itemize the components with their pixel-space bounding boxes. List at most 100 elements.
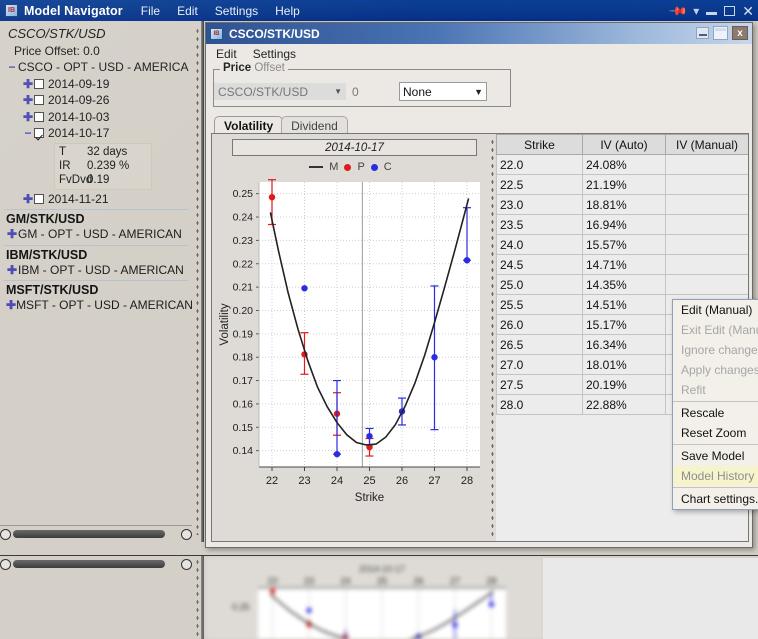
- expand-icon[interactable]: ✚: [6, 299, 16, 311]
- cell-iv-auto[interactable]: 16.34%: [583, 335, 666, 355]
- column-header-strike[interactable]: Strike: [497, 135, 583, 155]
- chart-window-menubar[interactable]: Edit Settings: [206, 44, 752, 64]
- expand-icon[interactable]: ✚: [6, 264, 18, 276]
- cell-strike[interactable]: 22.0: [497, 155, 583, 175]
- close-icon[interactable]: x: [732, 26, 748, 40]
- cell-strike[interactable]: 27.5: [497, 375, 583, 395]
- cell-iv-auto[interactable]: 24.08%: [583, 155, 666, 175]
- cell-strike[interactable]: 24.5: [497, 255, 583, 275]
- tree-node-contract[interactable]: − CSCO - OPT - USD - AMERICA: [0, 59, 192, 76]
- collapse-icon[interactable]: −: [6, 61, 18, 73]
- app-window-controls[interactable]: 📌 ▾ ✕: [671, 0, 754, 21]
- cell-iv-manual[interactable]: [666, 215, 749, 235]
- table-row[interactable]: 24.015.57%: [497, 235, 749, 255]
- collapse-icon[interactable]: −: [22, 127, 34, 139]
- cell-iv-auto[interactable]: 14.51%: [583, 295, 666, 315]
- scroll-track[interactable]: [13, 527, 179, 541]
- chevron-down-icon[interactable]: ▾: [693, 5, 699, 17]
- second-window-table[interactable]: [543, 558, 758, 639]
- menu-item-chart-settings[interactable]: Chart settings...: [673, 489, 758, 509]
- cell-strike[interactable]: 27.0: [497, 355, 583, 375]
- tree-node-msft[interactable]: ✚ MSFT - OPT - USD - AMERICAN: [0, 297, 192, 314]
- chart-menu-edit[interactable]: Edit: [216, 47, 237, 61]
- symbol-combo[interactable]: CSCO/STK/USD ▼: [214, 83, 346, 100]
- table-row[interactable]: 23.018.81%: [497, 195, 749, 215]
- tree-node-expiry[interactable]: ✚ 2014-11-21: [0, 191, 192, 208]
- tree-node-expiry[interactable]: ✚ 2014-09-26: [0, 92, 192, 109]
- menu-item-help[interactable]: Help: [275, 4, 300, 18]
- maximize-icon[interactable]: [724, 6, 735, 16]
- minimize-icon[interactable]: [706, 12, 717, 15]
- scroll-thumb[interactable]: [13, 560, 165, 568]
- cell-iv-auto[interactable]: 18.01%: [583, 355, 666, 375]
- cell-iv-auto[interactable]: 15.57%: [583, 235, 666, 255]
- tree-node-ibm[interactable]: ✚ IBM - OPT - USD - AMERICAN: [0, 262, 192, 279]
- tree-node-expiry[interactable]: ✚ 2014-10-03: [0, 109, 192, 126]
- scroll-track[interactable]: [13, 557, 179, 571]
- cell-iv-manual[interactable]: [666, 275, 749, 295]
- offset-mode-combo[interactable]: None ▼: [399, 82, 487, 101]
- second-window-strip[interactable]: 2014-10-17222324252627280.25: [0, 555, 758, 639]
- second-window-chart[interactable]: 2014-10-17222324252627280.25: [206, 558, 543, 639]
- navigator-hscrollbar[interactable]: [0, 525, 192, 542]
- cell-iv-auto[interactable]: 20.19%: [583, 375, 666, 395]
- group-header-msft[interactable]: MSFT/STK/USD: [0, 283, 192, 297]
- menu-item-save-model[interactable]: Save Model: [673, 446, 758, 466]
- column-header-iv-manual[interactable]: IV (Manual): [666, 135, 749, 155]
- table-row[interactable]: 22.024.08%: [497, 155, 749, 175]
- cell-iv-manual[interactable]: [666, 155, 749, 175]
- cell-iv-auto[interactable]: 22.88%: [583, 395, 666, 415]
- maximize-icon[interactable]: [713, 26, 728, 40]
- menu-item-file[interactable]: File: [141, 4, 160, 18]
- tree-node-expiry[interactable]: ✚ 2014-09-19: [0, 76, 192, 93]
- second-vertical-splitter[interactable]: [192, 556, 204, 639]
- cell-iv-auto[interactable]: 14.71%: [583, 255, 666, 275]
- chart-window-controls[interactable]: x: [696, 26, 748, 40]
- table-row[interactable]: 24.514.71%: [497, 255, 749, 275]
- cell-iv-auto[interactable]: 21.19%: [583, 175, 666, 195]
- tab-dividend[interactable]: Dividend: [281, 116, 348, 134]
- cell-strike[interactable]: 28.0: [497, 395, 583, 415]
- chart-window-titlebar[interactable]: IB CSCO/STK/USD x: [206, 23, 752, 44]
- cell-strike[interactable]: 26.0: [497, 315, 583, 335]
- chart-menu-settings[interactable]: Settings: [253, 47, 296, 61]
- expiry-checkbox[interactable]: [34, 95, 44, 105]
- menu-item-edit[interactable]: Edit: [177, 4, 198, 18]
- chart-title[interactable]: 2014-10-17: [232, 139, 477, 156]
- second-navigator-pane[interactable]: [0, 556, 192, 639]
- expand-icon[interactable]: ✚: [6, 228, 18, 240]
- tab-bar[interactable]: Volatility Dividend: [214, 116, 348, 134]
- group-header-ibm[interactable]: IBM/STK/USD: [0, 248, 192, 262]
- cell-strike[interactable]: 25.0: [497, 275, 583, 295]
- second-navigator-hscrollbar[interactable]: [0, 556, 192, 572]
- tree-root-label[interactable]: CSCO/STK/USD: [0, 21, 192, 41]
- navigator-tree[interactable]: CSCO/STK/USD Price Offset: 0.0 − CSCO - …: [0, 21, 192, 518]
- column-header-iv-auto[interactable]: IV (Auto): [583, 135, 666, 155]
- tree-node-gm[interactable]: ✚ GM - OPT - USD - AMERICAN: [0, 226, 192, 243]
- chevron-down-icon[interactable]: ▼: [474, 87, 483, 97]
- chart-context-menu[interactable]: Edit (Manual)Exit Edit (Manual)Ignore ch…: [672, 299, 758, 510]
- scroll-thumb[interactable]: [13, 530, 165, 538]
- expiry-checkbox[interactable]: [34, 112, 44, 122]
- cell-iv-auto[interactable]: 15.17%: [583, 315, 666, 335]
- chart-window[interactable]: IB CSCO/STK/USD x Edit Settings Price Of…: [205, 22, 753, 548]
- chart-table-splitter[interactable]: [489, 134, 496, 541]
- cell-strike[interactable]: 22.5: [497, 175, 583, 195]
- scroll-right-button[interactable]: [181, 559, 192, 570]
- cell-iv-auto[interactable]: 16.94%: [583, 215, 666, 235]
- menu-item-reset-zoom[interactable]: Reset Zoom: [673, 423, 758, 443]
- cell-iv-manual[interactable]: [666, 175, 749, 195]
- expiry-checkbox[interactable]: [34, 79, 44, 89]
- close-icon[interactable]: ✕: [742, 4, 754, 18]
- expand-icon[interactable]: ✚: [22, 94, 34, 106]
- scroll-right-button[interactable]: [181, 529, 192, 540]
- menu-item-edit-manual[interactable]: Edit (Manual): [673, 300, 758, 320]
- scroll-left-button[interactable]: [0, 529, 11, 540]
- scroll-left-button[interactable]: [0, 559, 11, 570]
- expiry-checkbox-checked[interactable]: [34, 128, 44, 138]
- cell-iv-auto[interactable]: 18.81%: [583, 195, 666, 215]
- cell-iv-auto[interactable]: 14.35%: [583, 275, 666, 295]
- cell-strike[interactable]: 23.5: [497, 215, 583, 235]
- expand-icon[interactable]: ✚: [22, 111, 34, 123]
- cell-strike[interactable]: 26.5: [497, 335, 583, 355]
